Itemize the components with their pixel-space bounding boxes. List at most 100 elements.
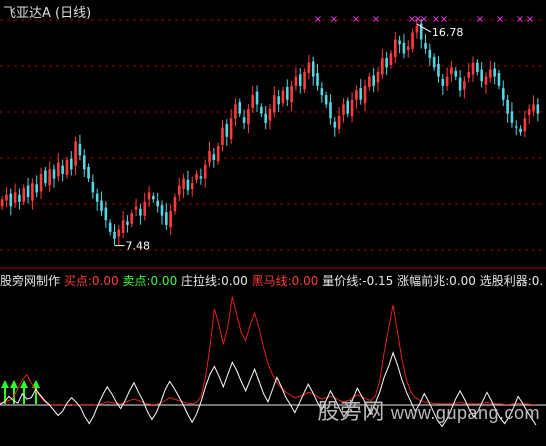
candle-body [147, 192, 151, 200]
candle-body [363, 85, 367, 104]
candle-body [82, 155, 86, 170]
candle-body [337, 115, 341, 129]
candle-body [95, 193, 99, 202]
candle-body [428, 49, 432, 59]
candle-body [501, 88, 505, 100]
candle-body [316, 73, 319, 86]
candle-body [298, 74, 302, 86]
candle-body [519, 128, 522, 133]
candle-body [199, 176, 203, 179]
candle-body [65, 160, 69, 176]
candle-body [18, 194, 21, 202]
price-grid [0, 19, 546, 251]
candle-body [139, 208, 142, 216]
candle-body [165, 212, 168, 225]
candle-body [411, 32, 414, 49]
candle-body [445, 76, 449, 86]
candle-body [156, 200, 159, 207]
candle-body [26, 185, 30, 198]
candle-body [87, 166, 90, 179]
candle-body [329, 102, 332, 119]
candle-body [532, 104, 535, 112]
signal-marker-x: × [420, 14, 428, 25]
candle-body [493, 68, 496, 77]
candle-body [108, 222, 112, 232]
signal-marker-x: × [330, 14, 338, 25]
candle-body [216, 146, 220, 162]
candle-body [229, 118, 233, 140]
low-price-label: 7.48 [125, 240, 150, 253]
candle-body [91, 182, 95, 193]
candle-body [398, 40, 401, 45]
candle-body [285, 87, 289, 100]
candle-body [177, 185, 181, 195]
candle-body [385, 58, 388, 68]
candle-body [9, 193, 13, 207]
candle-body [506, 99, 509, 114]
candle-body [527, 109, 531, 115]
candle-body [441, 78, 445, 86]
watermark-cn: 股旁网 [317, 399, 385, 424]
candle-body [39, 173, 43, 192]
candle-body [389, 53, 393, 65]
candle-body [450, 67, 453, 75]
candle-body [203, 164, 207, 179]
signal-marker-x: × [440, 14, 448, 25]
candle-body [393, 39, 397, 57]
candle-body [268, 109, 272, 121]
candle-body [514, 126, 518, 128]
candle-body [160, 205, 164, 216]
high-price-label: 16.78 [432, 26, 464, 39]
candle-body [437, 63, 440, 77]
signal-marker-x: × [476, 14, 484, 25]
candle-body [143, 201, 147, 216]
candle-body [74, 141, 77, 166]
legend-dealer-pull-line: 庄拉线:0.00 [181, 274, 248, 288]
candle-body [458, 77, 462, 91]
candle-body [173, 197, 177, 212]
candle-body [126, 221, 129, 225]
candle-body [134, 206, 138, 210]
candle-body [121, 220, 125, 234]
candle-body [454, 70, 458, 77]
candle-body [484, 76, 488, 85]
candle-body [238, 102, 242, 114]
red-indicator-line [0, 296, 536, 406]
indicator-legend: 股旁网制作 买点:0.00 卖点:0.00 庄拉线:0.00 黑马线:0.00 … [0, 272, 543, 289]
candle-body [48, 169, 51, 186]
signal-marker-x: × [372, 14, 380, 25]
candle-body [57, 162, 60, 177]
candle-body [195, 173, 198, 180]
candle-body [320, 88, 324, 96]
candle-body [104, 207, 108, 221]
signal-marker-x: × [352, 14, 360, 25]
signal-marker-x: × [516, 14, 524, 25]
signal-marker-x: × [314, 14, 322, 25]
candle-body [113, 231, 116, 239]
candle-body [212, 154, 216, 161]
buy-arrow-head [1, 380, 9, 388]
legend-stock-picker: 选股利器:0. [479, 274, 544, 288]
candle-body [476, 62, 479, 72]
candle-body [342, 104, 345, 115]
signal-marker-x: × [496, 14, 504, 25]
candle-body [368, 76, 371, 88]
candle-body [463, 81, 466, 90]
candle-body [376, 71, 380, 83]
legend-sell-point: 卖点:0.00 [122, 274, 178, 288]
candle-body [355, 90, 358, 100]
candle-body [497, 73, 501, 86]
candle-body [260, 106, 263, 114]
candle-body [35, 184, 39, 193]
candle-body [251, 95, 255, 108]
candle-body [273, 95, 276, 113]
candle-body [311, 61, 315, 77]
candle-body [523, 118, 527, 132]
candle-body [415, 26, 419, 33]
legend-dark-horse-line: 黑马线:0.00 [251, 274, 319, 288]
candle-body [247, 109, 250, 125]
candle-body [208, 150, 211, 163]
legend-rise-precursor: 涨幅前兆:0.00 [397, 274, 476, 288]
candle-body [510, 111, 514, 123]
candle-body [52, 169, 56, 179]
